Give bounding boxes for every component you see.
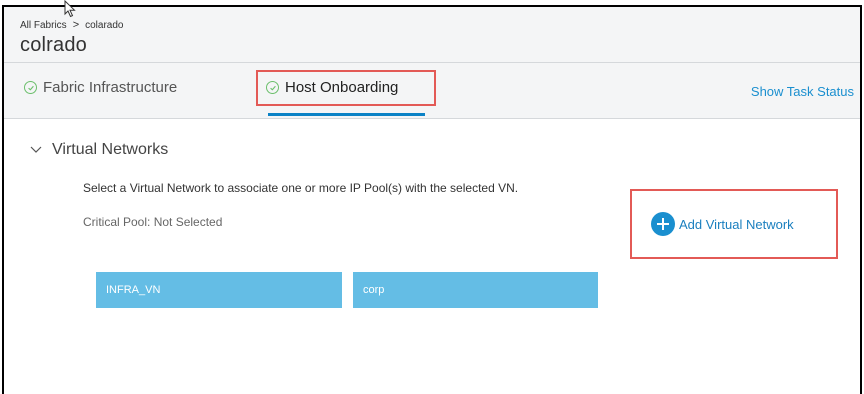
tab-host-onboarding[interactable]: Host Onboarding bbox=[266, 79, 398, 96]
critical-pool-status: Critical Pool: Not Selected bbox=[83, 215, 223, 229]
add-virtual-network-button[interactable]: Add Virtual Network bbox=[651, 212, 794, 236]
app-window: All Fabrics > colarado colrado Fabric In… bbox=[2, 5, 862, 394]
breadcrumb-all-fabrics[interactable]: All Fabrics bbox=[20, 20, 67, 31]
mouse-cursor-icon bbox=[64, 0, 76, 18]
tab-fabric-infrastructure[interactable]: Fabric Infrastructure bbox=[24, 79, 177, 96]
check-circle-icon bbox=[24, 81, 37, 94]
check-circle-icon bbox=[266, 81, 279, 94]
breadcrumb: All Fabrics > colarado bbox=[20, 19, 123, 31]
add-virtual-network-label: Add Virtual Network bbox=[679, 216, 794, 232]
tab-label: Host Onboarding bbox=[285, 79, 399, 96]
show-task-status-link[interactable]: Show Task Status bbox=[751, 84, 854, 99]
virtual-network-card-corp[interactable]: corp bbox=[353, 272, 598, 308]
help-text: Select a Virtual Network to associate on… bbox=[83, 181, 519, 195]
virtual-network-label: INFRA_VN bbox=[106, 284, 161, 296]
plus-circle-icon bbox=[651, 212, 675, 236]
content-divider bbox=[4, 118, 860, 119]
tab-label: Fabric Infrastructure bbox=[43, 79, 178, 96]
tab-bar: Fabric Infrastructure Host Onboarding Sh… bbox=[4, 63, 860, 118]
page-header: All Fabrics > colarado colrado Fabric In… bbox=[4, 7, 860, 118]
breadcrumb-separator: > bbox=[72, 19, 80, 31]
page-title: colrado bbox=[20, 34, 87, 56]
virtual-networks-section-toggle[interactable]: Virtual Networks bbox=[30, 141, 168, 159]
virtual-network-label: corp bbox=[363, 284, 385, 296]
breadcrumb-current: colarado bbox=[85, 19, 124, 31]
section-title: Virtual Networks bbox=[52, 141, 169, 158]
chevron-down-icon bbox=[30, 146, 42, 153]
active-tab-indicator bbox=[268, 113, 425, 116]
virtual-network-card-infra-vn[interactable]: INFRA_VN bbox=[96, 272, 342, 308]
